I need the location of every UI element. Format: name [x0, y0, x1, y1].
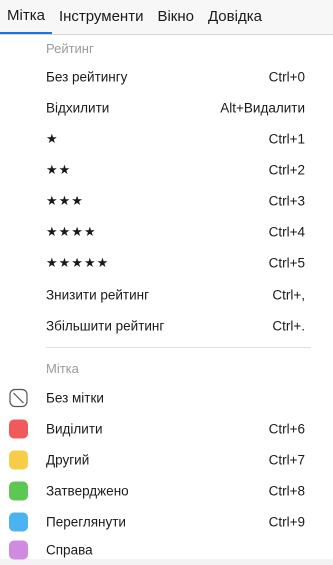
menu-item-shortcut: Ctrl+. — [272, 318, 305, 334]
menu-item-label: Без мітки — [46, 390, 104, 406]
menu-item-label: Збільшити рейтинг — [46, 318, 165, 334]
green-label-swatch-icon — [9, 481, 28, 501]
menu-item-rating-2[interactable]: ★★ Ctrl+2 — [0, 155, 333, 185]
menu-item-shortcut: Ctrl+0 — [268, 69, 305, 85]
menu-item-shortcut: Ctrl+7 — [268, 452, 305, 468]
menu-item-rating-4[interactable]: ★★★★ Ctrl+4 — [0, 217, 333, 247]
menu-item-shortcut: Ctrl+3 — [268, 193, 305, 209]
menu-item-rating-5[interactable]: ★★★★★ Ctrl+5 — [0, 248, 333, 278]
menu-item-label: Затверджено — [46, 483, 129, 499]
menu-item-label-second[interactable]: Другий Ctrl+7 — [0, 445, 333, 475]
menubar-item-help[interactable]: Довідка — [201, 0, 269, 34]
menu-item-shortcut: Ctrl+8 — [268, 483, 305, 499]
menu-bar: Мітка Інструменти Вікно Довідка — [0, 0, 333, 34]
purple-label-swatch-icon — [9, 540, 28, 560]
menu-item-label: Переглянути — [46, 514, 126, 530]
menu-item-label: Справа — [46, 542, 93, 558]
menu-item-label: ★★★★ — [46, 224, 97, 239]
menu-item-label: ★★★ — [46, 193, 84, 208]
yellow-label-swatch-icon — [9, 450, 28, 470]
blue-label-swatch-icon — [9, 512, 28, 532]
menu-item-rating-3[interactable]: ★★★ Ctrl+3 — [0, 186, 333, 216]
menubar-item-window[interactable]: Вікно — [150, 0, 201, 34]
red-label-swatch-icon — [9, 419, 28, 439]
no-label-icon — [9, 388, 28, 408]
menu-item-shortcut: Ctrl+9 — [268, 514, 305, 530]
menu-item-label: ★ — [46, 131, 59, 146]
menu-separator — [46, 347, 311, 348]
menu-item-label-select[interactable]: Виділити Ctrl+6 — [0, 414, 333, 444]
menubar-item-tools[interactable]: Інструменти — [52, 0, 151, 34]
menu-item-label: Другий — [46, 452, 90, 468]
menu-item-shortcut: Ctrl+2 — [268, 162, 305, 178]
menu-item-decrease-rating[interactable]: Знизити рейтинг Ctrl+, — [0, 280, 333, 310]
rating-section-header: Рейтинг — [46, 41, 94, 56]
menu-item-label-todo[interactable]: Справа — [0, 535, 333, 565]
menu-item-label: Без рейтингу — [46, 69, 128, 85]
menu-item-shortcut: Ctrl+4 — [268, 224, 305, 240]
menu-item-label: Відхилити — [46, 100, 110, 116]
menu-item-shortcut: Ctrl+1 — [268, 131, 305, 147]
menu-item-label-approved[interactable]: Затверджено Ctrl+8 — [0, 476, 333, 506]
menu-item-shortcut: Ctrl+, — [272, 287, 305, 303]
menu-item-shortcut: Ctrl+5 — [268, 255, 305, 271]
menu-item-label: ★★★★★ — [46, 255, 110, 270]
menu-item-shortcut: Alt+Видалити — [220, 100, 305, 116]
menu-item-rating-1[interactable]: ★ Ctrl+1 — [0, 124, 333, 154]
menu-item-label: Знизити рейтинг — [46, 287, 150, 303]
menu-item-label-review[interactable]: Переглянути Ctrl+9 — [0, 507, 333, 537]
menu-item-reject[interactable]: Відхилити Alt+Видалити — [0, 93, 333, 123]
menu-item-no-label[interactable]: Без мітки — [0, 383, 333, 413]
menu-item-shortcut: Ctrl+6 — [268, 421, 305, 437]
menu-item-increase-rating[interactable]: Збільшити рейтинг Ctrl+. — [0, 311, 333, 341]
menu-item-no-rating[interactable]: Без рейтингу Ctrl+0 — [0, 62, 333, 92]
label-section-header: Мітка — [46, 361, 79, 376]
label-dropdown-menu: Рейтинг Без рейтингу Ctrl+0 Відхилити Al… — [0, 34, 333, 560]
menu-item-label: ★★ — [46, 162, 72, 177]
menu-item-label: Виділити — [46, 421, 103, 437]
menubar-item-label[interactable]: Мітка — [0, 0, 52, 34]
